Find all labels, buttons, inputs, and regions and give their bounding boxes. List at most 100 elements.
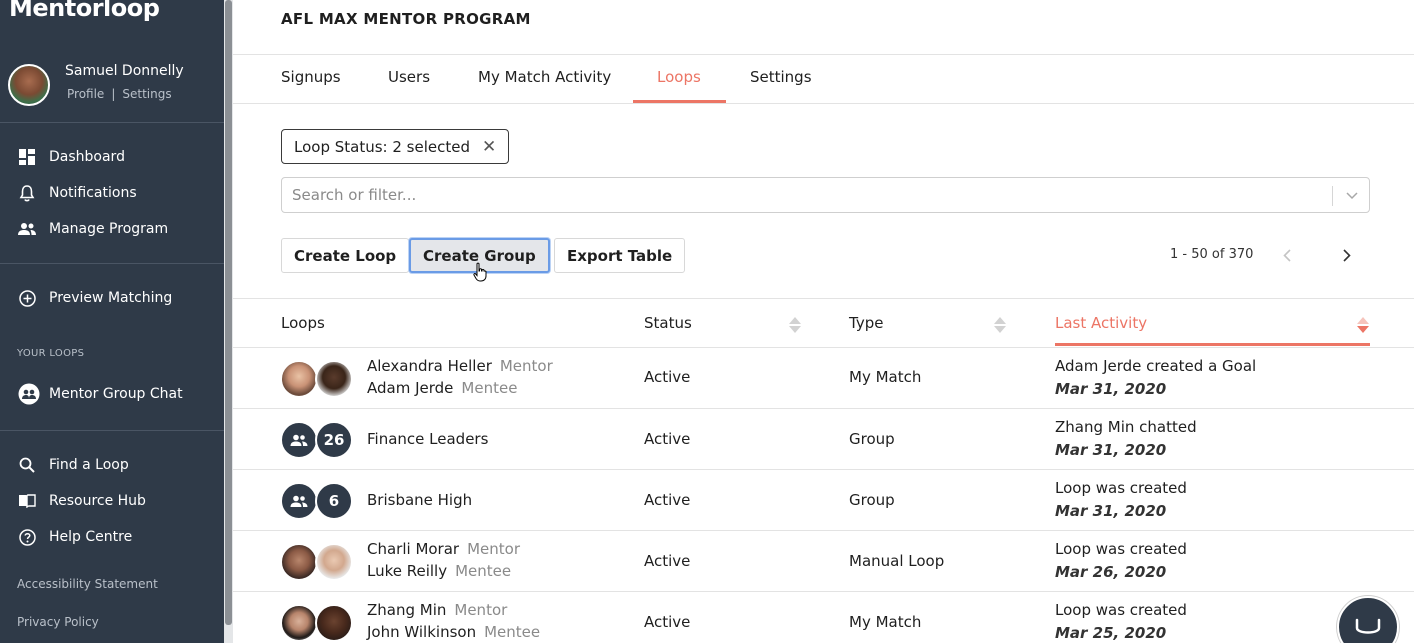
sidebar-item-manage-program[interactable]: Manage Program [18,218,168,240]
sidebar-item-dashboard[interactable]: Dashboard [18,146,125,168]
member-name[interactable]: Alexandra Heller [367,357,492,375]
help-icon [18,528,36,546]
create-loop-button[interactable]: Create Loop [281,238,410,273]
status-cell: Active [644,613,691,631]
activity-date: Mar 31, 2020 [1055,380,1167,398]
scrollbar-thumb[interactable] [225,0,232,625]
sidebar-item-mentor-group-chat[interactable]: Mentor Group Chat [18,383,183,405]
activity-text: Loop was created [1055,479,1187,497]
group-icon [280,421,318,459]
tab-users[interactable]: Users [388,68,430,86]
people-icon [18,220,36,238]
status-cell: Active [644,552,691,570]
tab-settings[interactable]: Settings [750,68,812,86]
sidebar: Mentorloop Samuel Donnelly Profile | Setti… [0,0,224,643]
settings-link[interactable]: Settings [122,87,171,101]
tab-loops[interactable]: Loops [657,68,701,86]
pagination-range: 1 - 50 of 370 [1170,247,1254,262]
sidebar-divider [0,263,224,264]
member-count-badge: 6 [315,482,353,520]
page-title: AFL MAX MENTOR PROGRAM [281,10,531,28]
member-name[interactable]: Zhang Min [367,601,446,619]
table-row[interactable]: Charli Morar Mentor Luke Reilly Mentee Act… [233,531,1414,592]
status-cell: Active [644,430,691,448]
profile-name: Samuel Donnelly [65,63,184,79]
export-table-button[interactable]: Export Table [554,238,686,273]
book-icon [18,492,36,510]
table-top-divider [233,298,1414,299]
member-name[interactable]: John Wilkinson [367,623,476,641]
member-name[interactable]: Adam Jerde [367,379,453,397]
chevron-down-icon[interactable] [1342,186,1362,206]
avatar [315,604,353,642]
search-icon [18,456,36,474]
search-box [281,177,1370,213]
loop-status-filter-chip[interactable]: Loop Status: 2 selected ✕ [281,129,510,164]
avatar[interactable] [8,64,50,106]
column-header-status[interactable]: Status [644,314,692,332]
sort-icon[interactable] [788,316,802,334]
member-role: Mentee [455,562,512,580]
activity-date: Mar 31, 2020 [1055,441,1167,459]
link-separator: | [111,87,116,101]
sort-desc-icon[interactable] [1356,316,1370,334]
user-profile: Samuel Donnelly Profile | Settings [8,62,218,112]
sidebar-item-preview-matching[interactable]: Preview Matching [18,287,172,309]
member-role: Mentor [454,601,508,619]
dashboard-icon [18,148,36,166]
sidebar-scrollbar[interactable] [224,0,233,643]
privacy-policy-link[interactable]: Privacy Policy [17,615,99,629]
sidebar-item-help-centre[interactable]: Help Centre [18,526,132,548]
chat-launcher-button[interactable] [1337,596,1399,643]
search-divider [1332,186,1333,206]
avatar [315,360,353,398]
member-name[interactable]: Charli Morar [367,540,459,558]
loop-member: Charli Morar Mentor [367,540,520,558]
column-header-last-activity[interactable]: Last Activity [1055,314,1147,332]
app-logo[interactable]: Mentorloop [9,0,160,22]
activity-text: Loop was created [1055,601,1187,619]
activity-date: Mar 26, 2020 [1055,563,1167,581]
activity-text: Loop was created [1055,540,1187,558]
sidebar-divider [0,122,224,123]
sort-icon[interactable] [993,316,1007,334]
chevron-right-icon[interactable] [1336,244,1358,266]
table-row[interactable]: Alexandra Heller Mentor Adam Jerde Mentee … [233,348,1414,409]
type-cell: My Match [849,613,922,631]
search-input[interactable] [282,178,1332,212]
sidebar-item-find-a-loop[interactable]: Find a Loop [18,454,129,476]
your-loops-heading: YOUR LOOPS [17,348,85,359]
group-icon [280,482,318,520]
table-row[interactable]: 26 Finance Leaders Active Group Zhang Mi… [233,409,1414,470]
member-name[interactable]: Luke Reilly [367,562,447,580]
table-row[interactable]: 6 Brisbane High Active Group Loop was cr… [233,470,1414,531]
activity-date: Mar 25, 2020 [1055,624,1167,642]
sidebar-item-label: Notifications [49,185,137,201]
member-role: Mentee [484,623,541,641]
sidebar-divider [0,430,224,431]
activity-text: Zhang Min chatted [1055,418,1197,436]
group-name[interactable]: Finance Leaders [367,430,488,448]
sidebar-item-label: Dashboard [49,149,125,165]
tabs-divider [233,103,1414,104]
sidebar-item-resource-hub[interactable]: Resource Hub [18,490,146,512]
tab-my-match-activity[interactable]: My Match Activity [478,68,611,86]
plus-circle-icon [18,289,36,307]
accessibility-statement-link[interactable]: Accessibility Statement [17,577,158,591]
sidebar-item-notifications[interactable]: Notifications [18,182,137,204]
avatar [280,604,318,642]
sorted-column-indicator [1055,343,1370,346]
activity-date: Mar 31, 2020 [1055,502,1167,520]
filter-chip-label: Loop Status: 2 selected [294,137,470,156]
table-row[interactable]: Zhang Min Mentor John Wilkinson Mentee Act… [233,592,1414,643]
column-header-type[interactable]: Type [849,314,883,332]
avatar [280,543,318,581]
chevron-left-icon[interactable] [1276,244,1298,266]
type-cell: Group [849,491,895,509]
profile-link[interactable]: Profile [67,87,104,101]
type-cell: Manual Loop [849,552,945,570]
tab-signups[interactable]: Signups [281,68,341,86]
group-name[interactable]: Brisbane High [367,491,472,509]
close-icon[interactable]: ✕ [482,137,496,157]
sidebar-item-label: Help Centre [49,529,133,545]
